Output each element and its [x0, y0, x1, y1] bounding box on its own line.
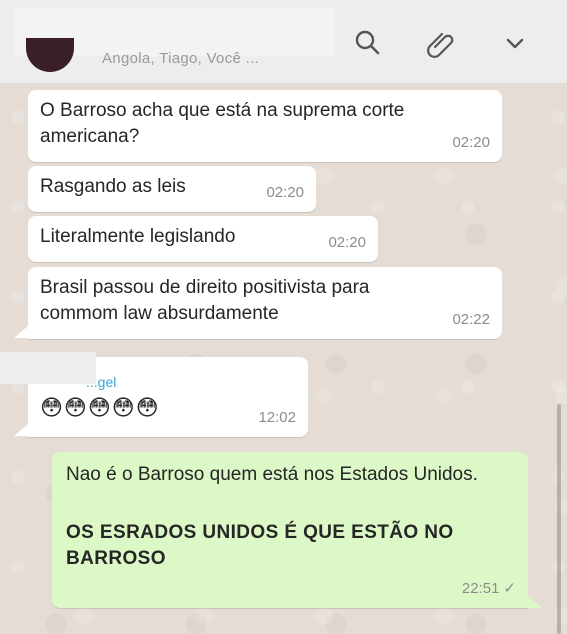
message-text: Literalmente legislando — [40, 226, 236, 247]
search-icon[interactable] — [352, 28, 382, 58]
message-time: 02:20 — [328, 234, 366, 251]
message-time-status: 22:51 ✓ — [462, 576, 516, 602]
bubble-tail — [528, 596, 542, 608]
outgoing-message-bubble[interactable]: Nao é o Barroso quem está nos Estados Un… — [52, 452, 528, 608]
message-time: 22:51 — [461, 580, 500, 597]
sent-check-icon: ✓ — [503, 580, 516, 597]
message-time: 12:02 — [258, 409, 296, 426]
sender-name[interactable]: ...gel — [86, 374, 116, 390]
paperclip-icon[interactable] — [426, 28, 456, 58]
chat-header: Angola, Tiago, Você ... — [0, 0, 567, 84]
message-text: Brasil passou de direito positivista par… — [40, 277, 370, 324]
participants-subtitle[interactable]: Angola, Tiago, Você ... — [102, 50, 259, 67]
message-text-line2: OS ESRADOS UNIDOS É QUE ESTÃO NO BARROSO — [66, 522, 454, 569]
message-bubble[interactable]: O Barroso acha que está na suprema corte… — [28, 90, 502, 162]
message-time: 02:20 — [266, 184, 304, 201]
scrollbar[interactable] — [557, 404, 561, 634]
message-text-line1: Nao é o Barroso quem está nos Estados Un… — [66, 464, 478, 485]
message-bubble[interactable]: Rasgando as leis 02:20 — [28, 166, 316, 212]
message-bubble[interactable]: Brasil passou de direito positivista par… — [28, 267, 502, 339]
bubble-tail — [14, 424, 28, 436]
message-text: O Barroso acha que está na suprema corte… — [40, 100, 405, 147]
message-time: 02:20 — [452, 134, 490, 151]
redacted-sender-area — [0, 352, 96, 384]
chevron-down-icon[interactable] — [500, 28, 530, 58]
message-time: 02:22 — [452, 311, 490, 328]
message-bubble[interactable]: Literalmente legislando 02:20 — [28, 216, 378, 262]
bubble-tail — [14, 326, 28, 338]
message-text: Rasgando as leis — [40, 176, 186, 197]
group-avatar[interactable] — [26, 38, 74, 72]
